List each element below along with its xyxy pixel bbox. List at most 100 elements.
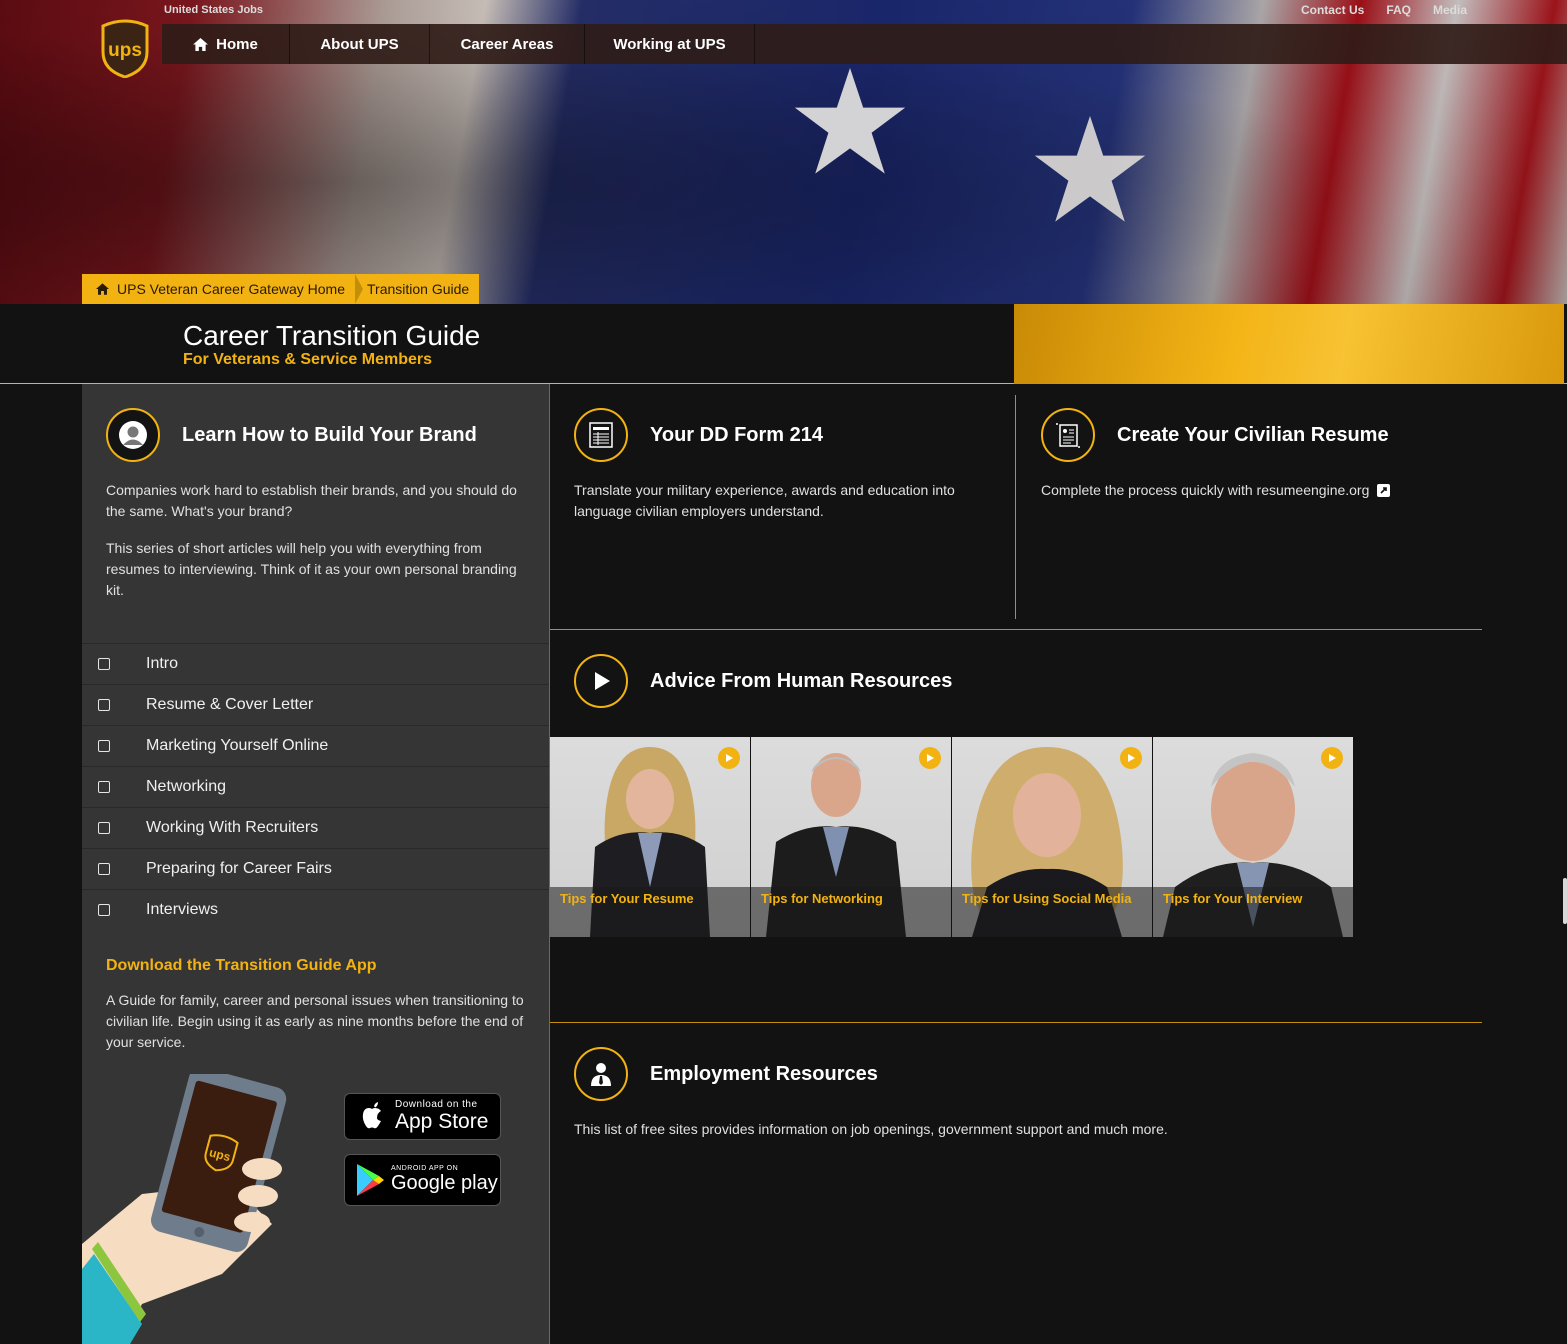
svg-text:ups: ups bbox=[108, 40, 142, 61]
topic-item-networking[interactable]: Networking bbox=[82, 766, 549, 807]
video-tips-resume[interactable]: Tips for Your Resume bbox=[550, 737, 750, 937]
video-tips-networking[interactable]: Tips for Networking bbox=[751, 737, 951, 937]
google-play-icon bbox=[357, 1164, 384, 1196]
app-store-badge[interactable]: Download on the App Store bbox=[344, 1093, 501, 1140]
advice-header: Advice From Human Resources bbox=[574, 654, 952, 708]
checkbox-icon bbox=[98, 904, 110, 916]
topic-label: Intro bbox=[146, 655, 179, 672]
breadcrumb-current: Transition Guide bbox=[365, 274, 479, 304]
checkbox-icon bbox=[98, 699, 110, 711]
resume-icon bbox=[1041, 408, 1095, 462]
resume-header: Create Your Civilian Resume bbox=[1041, 408, 1389, 462]
topic-label: Working With Recruiters bbox=[146, 819, 319, 836]
checkbox-icon bbox=[98, 822, 110, 834]
video-tips-social-media[interactable]: Tips for Using Social Media bbox=[952, 737, 1152, 937]
video-list: Tips for Your Resume Tips for Networking… bbox=[550, 737, 1353, 937]
topic-item-intro[interactable]: Intro bbox=[82, 643, 549, 684]
brand-heading: Learn How to Build Your Brand bbox=[182, 423, 477, 446]
document-icon bbox=[574, 408, 628, 462]
dd214-text: Translate your military experience, awar… bbox=[574, 482, 955, 519]
video-caption: Tips for Your Resume bbox=[560, 891, 694, 906]
hero-banner: ups United States Jobs Contact Us FAQ Me… bbox=[0, 0, 1567, 304]
title-bar: Career Transition Guide For Veterans & S… bbox=[0, 304, 1567, 384]
brand-series-text: This series of short articles will help … bbox=[106, 540, 517, 598]
video-caption: Tips for Using Social Media bbox=[962, 891, 1132, 906]
section-divider bbox=[550, 1022, 1482, 1023]
user-icon bbox=[106, 408, 160, 462]
google-play-small-text: ANDROID APP ON bbox=[391, 1165, 459, 1172]
nav-about-ups[interactable]: About UPS bbox=[290, 24, 430, 64]
nav-home-label: Home bbox=[216, 35, 258, 53]
nav-working-at-ups[interactable]: Working at UPS bbox=[585, 24, 755, 64]
play-icon bbox=[1120, 747, 1142, 769]
employment-header: Employment Resources bbox=[574, 1047, 878, 1101]
column-divider bbox=[1015, 395, 1016, 619]
topic-item-recruiters[interactable]: Working With Recruiters bbox=[82, 807, 549, 848]
google-play-big-text: Google play bbox=[391, 1172, 498, 1194]
contact-us-link[interactable]: Contact Us bbox=[1301, 3, 1364, 17]
play-icon bbox=[718, 747, 740, 769]
page-subtitle: For Veterans & Service Members bbox=[183, 351, 433, 368]
apple-icon bbox=[362, 1101, 381, 1128]
topic-label: Interviews bbox=[146, 901, 219, 918]
faq-link[interactable]: FAQ bbox=[1386, 3, 1411, 17]
checkbox-icon bbox=[98, 658, 110, 670]
nav-working-label: Working at UPS bbox=[613, 35, 726, 53]
checkbox-icon bbox=[98, 740, 110, 752]
home-icon bbox=[193, 37, 209, 51]
brand-panel: Learn How to Build Your Brand Companies … bbox=[82, 384, 550, 1344]
advice-heading: Advice From Human Resources bbox=[650, 669, 953, 692]
employment-heading[interactable]: Employment Resources bbox=[650, 1063, 878, 1086]
play-icon bbox=[574, 654, 628, 708]
nav-career-areas[interactable]: Career Areas bbox=[430, 24, 585, 64]
resume-heading[interactable]: Create Your Civilian Resume bbox=[1117, 424, 1389, 447]
google-play-badge[interactable]: ANDROID APP ON Google play bbox=[344, 1154, 501, 1206]
brand-header: Learn How to Build Your Brand bbox=[106, 408, 477, 462]
utility-links: Contact Us FAQ Media bbox=[1301, 3, 1467, 17]
resume-text: Complete the process quickly with resume… bbox=[1041, 482, 1370, 498]
video-caption: Tips for Your Interview bbox=[1163, 891, 1303, 906]
person-tie-icon bbox=[574, 1047, 628, 1101]
breadcrumb-home[interactable]: UPS Veteran Career Gateway Home bbox=[82, 274, 355, 304]
breadcrumb: UPS Veteran Career Gateway Home Transiti… bbox=[82, 274, 480, 304]
site-label: United States Jobs bbox=[164, 4, 264, 16]
app-store-small-text: Download on the bbox=[395, 1099, 478, 1110]
ups-logo[interactable]: ups bbox=[100, 18, 150, 78]
dd214-heading[interactable]: Your DD Form 214 bbox=[650, 424, 823, 447]
topic-label: Preparing for Career Fairs bbox=[146, 860, 332, 877]
topic-item-career-fairs[interactable]: Preparing for Career Fairs bbox=[82, 848, 549, 889]
dd214-header: Your DD Form 214 bbox=[574, 408, 823, 462]
breadcrumb-current-label: Transition Guide bbox=[367, 281, 470, 297]
flag-star-icon bbox=[1034, 116, 1146, 222]
play-icon bbox=[919, 747, 941, 769]
topic-item-marketing[interactable]: Marketing Yourself Online bbox=[82, 725, 549, 766]
app-description: A Guide for family, career and personal … bbox=[106, 992, 524, 1050]
topic-item-interviews[interactable]: Interviews bbox=[82, 889, 549, 930]
checkbox-icon bbox=[98, 781, 110, 793]
home-icon bbox=[96, 283, 109, 295]
app-heading: Download the Transition Guide App bbox=[106, 957, 377, 974]
topic-label: Resume & Cover Letter bbox=[146, 696, 314, 713]
video-tips-interview[interactable]: Tips for Your Interview bbox=[1153, 737, 1353, 937]
checkbox-icon bbox=[98, 863, 110, 875]
brand-intro-text: Companies work hard to establish their b… bbox=[106, 482, 517, 519]
external-link-icon bbox=[1377, 484, 1391, 497]
phone-in-hand-illustration: ups bbox=[82, 1074, 287, 1344]
flag-star-icon bbox=[794, 68, 906, 174]
nav-about-label: About UPS bbox=[320, 35, 399, 53]
main-nav: Home About UPS Career Areas Working at U… bbox=[162, 24, 1567, 64]
breadcrumb-home-label: UPS Veteran Career Gateway Home bbox=[117, 281, 345, 297]
topic-item-resume[interactable]: Resume & Cover Letter bbox=[82, 684, 549, 725]
topic-label: Marketing Yourself Online bbox=[146, 737, 329, 754]
video-caption: Tips for Networking bbox=[761, 891, 883, 906]
nav-home[interactable]: Home bbox=[162, 24, 290, 64]
employment-text: This list of free sites provides informa… bbox=[574, 1121, 1168, 1137]
gold-decoration bbox=[1014, 304, 1564, 384]
scrollbar-thumb[interactable] bbox=[1563, 878, 1567, 924]
resume-link[interactable]: Complete the process quickly with resume… bbox=[1041, 480, 1391, 501]
media-link[interactable]: Media bbox=[1433, 3, 1467, 17]
page: ups United States Jobs Contact Us FAQ Me… bbox=[0, 0, 1567, 1344]
play-icon bbox=[1321, 747, 1343, 769]
topic-list: Intro Resume & Cover Letter Marketing Yo… bbox=[82, 643, 549, 930]
app-store-big-text: App Store bbox=[395, 1110, 489, 1133]
